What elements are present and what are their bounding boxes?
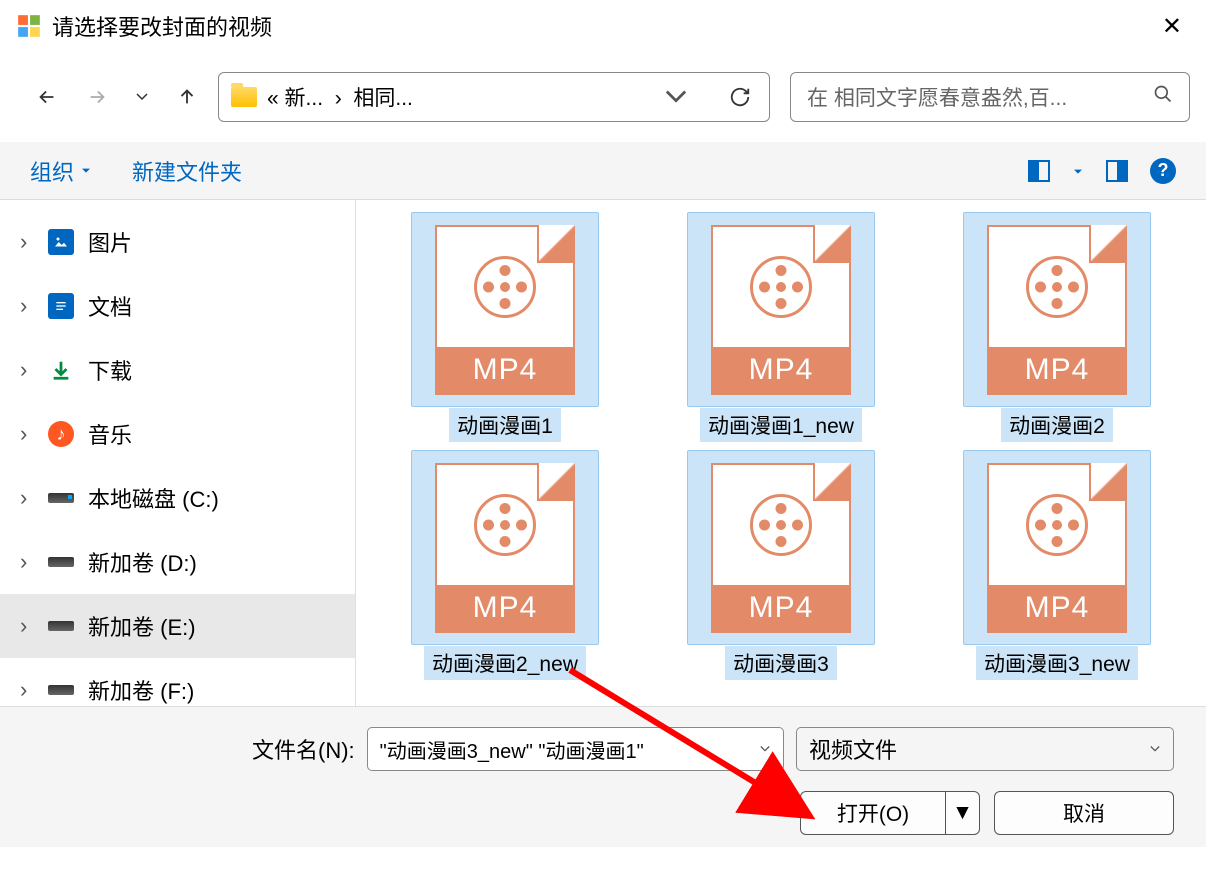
- open-dropdown[interactable]: ▼: [945, 792, 979, 834]
- disk-icon: [48, 613, 74, 639]
- music-icon: ♪: [48, 421, 74, 447]
- file-thumbnail: MP4: [687, 450, 875, 645]
- downloads-icon: [48, 357, 74, 383]
- tree-label: 文档: [88, 290, 132, 322]
- cancel-button[interactable]: 取消: [994, 791, 1174, 835]
- file-name: 动画漫画3_new: [976, 646, 1138, 680]
- up-button[interactable]: [176, 86, 198, 108]
- file-name: 动画漫画2_new: [424, 646, 586, 680]
- disk-icon: [48, 549, 74, 575]
- filetype-select[interactable]: 视频文件: [796, 727, 1174, 771]
- filename-label: 文件名(N):: [252, 733, 355, 765]
- window-title: 请选择要改封面的视频: [52, 10, 1154, 42]
- tree-drive-d[interactable]: › 新加卷 (D:): [0, 530, 355, 594]
- pictures-icon: [48, 229, 74, 255]
- back-button[interactable]: [36, 86, 58, 108]
- tree-drive-e[interactable]: › 新加卷 (E:): [0, 594, 355, 658]
- search-placeholder: 在 相同文字愿春意盎然,百...: [807, 82, 1153, 112]
- chevron-right-icon[interactable]: ›: [20, 293, 34, 319]
- help-button[interactable]: ?: [1150, 158, 1176, 184]
- file-name: 动画漫画1: [449, 408, 561, 442]
- nav-tree[interactable]: › 图片 › 文档 › 下载 › ♪ 音乐 › 本地磁盘 (C:) › 新加卷 …: [0, 200, 356, 706]
- organize-menu[interactable]: 组织: [30, 155, 92, 187]
- disk-icon: [48, 485, 74, 511]
- file-thumbnail: MP4: [963, 212, 1151, 407]
- chevron-right-icon[interactable]: ›: [20, 613, 34, 639]
- path-dropdown[interactable]: [665, 86, 687, 108]
- file-item[interactable]: MP4 动画漫画3_new: [944, 450, 1170, 680]
- file-item[interactable]: MP4 动画漫画1_new: [668, 212, 894, 442]
- file-thumbnail: MP4: [687, 212, 875, 407]
- view-mode-dropdown[interactable]: [1072, 160, 1084, 182]
- file-thumbnail: MP4: [411, 212, 599, 407]
- tree-label: 新加卷 (D:): [88, 546, 197, 578]
- search-input[interactable]: 在 相同文字愿春意盎然,百...: [790, 72, 1190, 122]
- chevron-right-icon[interactable]: ›: [20, 229, 34, 255]
- chevron-right-icon[interactable]: ›: [20, 357, 34, 383]
- file-thumbnail: MP4: [411, 450, 599, 645]
- new-folder-button[interactable]: 新建文件夹: [132, 155, 242, 187]
- file-grid[interactable]: MP4 动画漫画1 MP4 动画漫画1_new: [356, 200, 1206, 706]
- tree-label: 新加卷 (E:): [88, 610, 196, 642]
- file-name: 动画漫画3: [725, 646, 837, 680]
- recent-dropdown[interactable]: [136, 86, 148, 108]
- chevron-right-icon[interactable]: ›: [20, 677, 34, 703]
- tree-music[interactable]: › ♪ 音乐: [0, 402, 355, 466]
- app-icon: [16, 13, 42, 39]
- filename-input[interactable]: [367, 727, 784, 771]
- file-thumbnail: MP4: [963, 450, 1151, 645]
- tree-label: 本地磁盘 (C:): [88, 482, 219, 514]
- chevron-right-icon[interactable]: ›: [20, 549, 34, 575]
- tree-label: 下载: [88, 354, 132, 386]
- tree-pictures[interactable]: › 图片: [0, 210, 355, 274]
- file-item[interactable]: MP4 动画漫画2: [944, 212, 1170, 442]
- refresh-button[interactable]: [729, 86, 751, 108]
- tree-documents[interactable]: › 文档: [0, 274, 355, 338]
- breadcrumb[interactable]: « 新... › 相同...: [267, 82, 631, 112]
- view-mode-1[interactable]: [1028, 160, 1050, 182]
- tree-label: 图片: [88, 226, 132, 258]
- preview-pane-toggle[interactable]: [1106, 160, 1128, 182]
- file-name: 动画漫画2: [1001, 408, 1113, 442]
- tree-drive-c[interactable]: › 本地磁盘 (C:): [0, 466, 355, 530]
- forward-button[interactable]: [86, 86, 108, 108]
- tree-downloads[interactable]: › 下载: [0, 338, 355, 402]
- chevron-right-icon[interactable]: ›: [20, 421, 34, 447]
- open-button[interactable]: 打开(O) ▼: [800, 791, 980, 835]
- file-name: 动画漫画1_new: [700, 408, 862, 442]
- close-button[interactable]: ✕: [1154, 12, 1190, 41]
- path-bar[interactable]: « 新... › 相同...: [218, 72, 770, 122]
- tree-label: 新加卷 (F:): [88, 674, 194, 706]
- file-item[interactable]: MP4 动画漫画2_new: [392, 450, 618, 680]
- file-item[interactable]: MP4 动画漫画3: [668, 450, 894, 680]
- search-icon: [1153, 84, 1173, 110]
- tree-drive-f[interactable]: › 新加卷 (F:): [0, 658, 355, 706]
- folder-icon: [231, 87, 257, 107]
- chevron-right-icon[interactable]: ›: [20, 485, 34, 511]
- documents-icon: [48, 293, 74, 319]
- tree-label: 音乐: [88, 418, 132, 450]
- disk-icon: [48, 677, 74, 703]
- file-item[interactable]: MP4 动画漫画1: [392, 212, 618, 442]
